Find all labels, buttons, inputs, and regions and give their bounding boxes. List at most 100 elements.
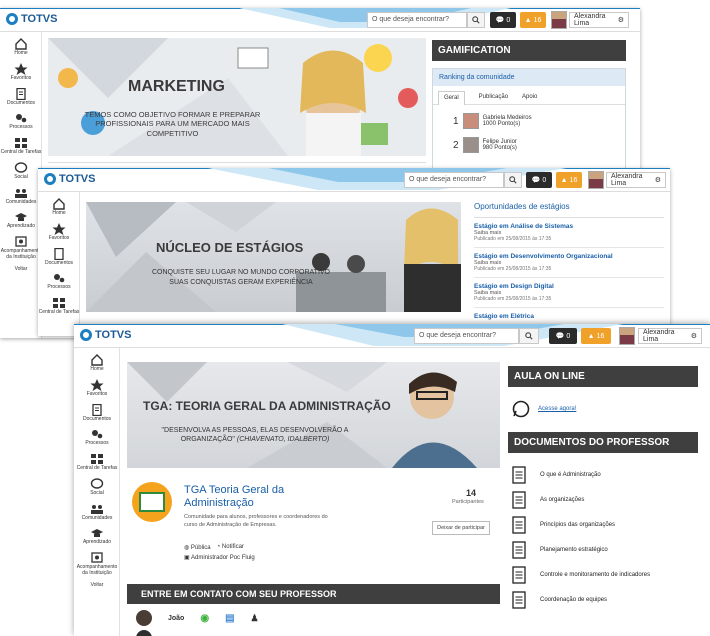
- search-icon: [509, 176, 517, 184]
- gears-icon: [92, 430, 103, 439]
- chat-icon: [90, 478, 104, 489]
- list-item[interactable]: Estágio em Análise de Sistemas Saiba mai…: [474, 218, 664, 248]
- list-item[interactable]: Controle e monitoramento de indicadores: [512, 566, 650, 584]
- contact-icon[interactable]: ♟: [251, 613, 259, 624]
- banner-title: NÚCLEO DE ESTÁGIOS: [156, 240, 304, 255]
- ranking-row[interactable]: 1 Gabriela Medeiros 1000 Ponto(s): [433, 105, 625, 129]
- list-item[interactable]: Estágio em Design Digital Saiba mais Pub…: [474, 278, 664, 308]
- banner-line2: SUAS CONQUISTAS GERAM EXPERIÊNCIA: [169, 279, 313, 286]
- alerts-button[interactable]: ▲ 16: [556, 172, 582, 188]
- sidebar-item-voltar[interactable]: Voltar: [0, 266, 42, 273]
- sidebar-item-voltar[interactable]: Voltar: [74, 582, 120, 589]
- contact-row[interactable]: [136, 630, 152, 636]
- participants-count: 14: [466, 488, 477, 498]
- notify-toggle[interactable]: ◔ Notificar: [217, 544, 244, 551]
- ranking-row[interactable]: 2 Felipe Junior 980 Ponto(s): [433, 129, 625, 153]
- sidebar-item-home[interactable]: Home: [74, 354, 120, 373]
- sidebar-item-home[interactable]: Home: [0, 38, 42, 57]
- messages-button[interactable]: 💬 0: [526, 172, 552, 188]
- sidebar-item-processos[interactable]: Processos: [38, 272, 80, 291]
- user-avatar[interactable]: [551, 11, 567, 29]
- tasks-icon: [53, 298, 65, 308]
- tab-publicacao[interactable]: Publicação: [479, 94, 508, 100]
- sidebar-item-social[interactable]: Social: [74, 478, 120, 497]
- monitor-icon: [15, 236, 27, 247]
- sidebar-item-home[interactable]: Home: [38, 198, 80, 217]
- list-item[interactable]: Estágio em Elétrica: [474, 308, 664, 325]
- totvs-logo[interactable]: TOTVS: [80, 329, 131, 341]
- gamification-title: GAMIFICATION: [432, 40, 626, 61]
- sidebar-item-acompanhamento[interactable]: Acompanhamento da Instituição: [74, 552, 120, 577]
- public-toggle[interactable]: ◍ Pública: [184, 544, 211, 551]
- gear-icon: ⚙: [617, 17, 624, 24]
- sidebar-item-favoritos[interactable]: Favoritos: [74, 378, 120, 398]
- avatar: [136, 630, 152, 636]
- ranking-tabs: Geral Publicação Apoio: [433, 86, 625, 105]
- list-item[interactable]: Coordenação de equipes: [512, 591, 607, 609]
- search-button[interactable]: [519, 328, 539, 344]
- sidebar-item-aprendizado[interactable]: Aprendizado: [74, 527, 120, 546]
- user-avatar[interactable]: [588, 171, 604, 189]
- search-icon: [472, 16, 480, 24]
- aula-link-row[interactable]: Acesse agora!: [512, 400, 576, 418]
- contact-row[interactable]: João ◉ ▤ ♟: [136, 610, 259, 626]
- user-avatar[interactable]: [619, 327, 635, 345]
- search-input[interactable]: O que deseja encontrar?: [414, 328, 519, 344]
- estagios-panel: Oportunidades de estágios Estágio em Aná…: [474, 202, 664, 336]
- messages-button[interactable]: 💬 0: [490, 12, 516, 28]
- graduation-icon: [15, 213, 27, 222]
- gears-icon: [54, 274, 65, 283]
- user-menu[interactable]: Alexandra Lima ⚙: [606, 172, 666, 188]
- community-name[interactable]: TGA Teoria Geral da Administração: [184, 484, 334, 509]
- sidebar-item-tarefas[interactable]: Central de Tarefas: [74, 453, 120, 472]
- sidebar: Home Favoritos Documentos Processos Cent…: [38, 192, 80, 336]
- list-item[interactable]: Planejamento estratégico: [512, 541, 608, 559]
- sidebar-item-processos[interactable]: Processos: [74, 428, 120, 447]
- docs-list: O que é Administração As organizações Pr…: [512, 466, 702, 616]
- sidebar-item-documentos[interactable]: Documentos: [74, 403, 120, 423]
- search-button[interactable]: [467, 12, 485, 28]
- sidebar-item-favoritos[interactable]: Favoritos: [38, 222, 80, 242]
- sidebar-item-documentos[interactable]: Documentos: [38, 247, 80, 267]
- list-item[interactable]: As organizações: [512, 491, 584, 509]
- sidebar-item-processos[interactable]: Processos: [0, 112, 42, 131]
- alerts-button[interactable]: ▲ 16: [581, 328, 611, 344]
- totvs-logo[interactable]: TOTVS: [44, 173, 95, 185]
- search-button[interactable]: [504, 172, 522, 188]
- home-icon: [53, 198, 65, 210]
- user-menu[interactable]: Alexandra Lima ⚙: [569, 12, 629, 28]
- tab-geral[interactable]: Geral: [438, 91, 465, 105]
- tab-apoio[interactable]: Apoio: [522, 94, 537, 100]
- skype-icon[interactable]: ▤: [225, 613, 234, 624]
- panel-title: Oportunidades de estágios: [474, 202, 664, 218]
- aula-link[interactable]: Acesse agora!: [538, 406, 576, 412]
- list-item[interactable]: Princípios das organizações: [512, 516, 615, 534]
- marketing-banner: MARKETING TEMOS COMO OBJETIVO FORMAR E P…: [48, 38, 426, 156]
- document-icon: [512, 566, 526, 584]
- sidebar-item-comunidades[interactable]: Comunidades: [74, 503, 120, 522]
- list-item[interactable]: Estágio em Desenvolvimento Organizaciona…: [474, 248, 664, 278]
- tga-illustration: [127, 362, 477, 468]
- sidebar-item-tarefas[interactable]: Central de Tarefas: [38, 297, 80, 316]
- search-input[interactable]: O que deseja encontrar?: [404, 172, 504, 188]
- home-icon: [91, 354, 103, 366]
- top-bar: TOTVS O que deseja encontrar? 💬 0 ▲ 16 Ale…: [0, 8, 640, 32]
- whatsapp-icon[interactable]: ◉: [200, 613, 209, 624]
- sidebar-item-aprendizado[interactable]: Aprendizado: [0, 211, 42, 230]
- document-icon: [512, 491, 526, 509]
- messages-button[interactable]: 💬 0: [549, 328, 577, 344]
- sidebar-item-tarefas[interactable]: Central de Tarefas: [0, 137, 42, 156]
- sidebar-item-acompanhamento[interactable]: Acompanhamento da Instituição: [0, 236, 42, 261]
- search-input[interactable]: O que deseja encontrar?: [367, 12, 467, 28]
- warning-icon: ▲: [560, 176, 568, 184]
- sidebar-item-social[interactable]: Social: [0, 162, 42, 181]
- alerts-button[interactable]: ▲ 16: [520, 12, 546, 28]
- sidebar-item-comunidades[interactable]: Comunidades: [0, 187, 42, 206]
- totvs-logo[interactable]: TOTVS: [6, 13, 57, 25]
- whatsapp-icon: [512, 400, 530, 418]
- list-item[interactable]: O que é Administração: [512, 466, 601, 484]
- user-menu[interactable]: Alexandra Lima ⚙: [638, 328, 702, 344]
- sidebar-item-documentos[interactable]: Documentos: [0, 87, 42, 107]
- sidebar-item-favoritos[interactable]: Favoritos: [0, 62, 42, 82]
- leave-community-button[interactable]: Deixar de participar: [432, 521, 490, 535]
